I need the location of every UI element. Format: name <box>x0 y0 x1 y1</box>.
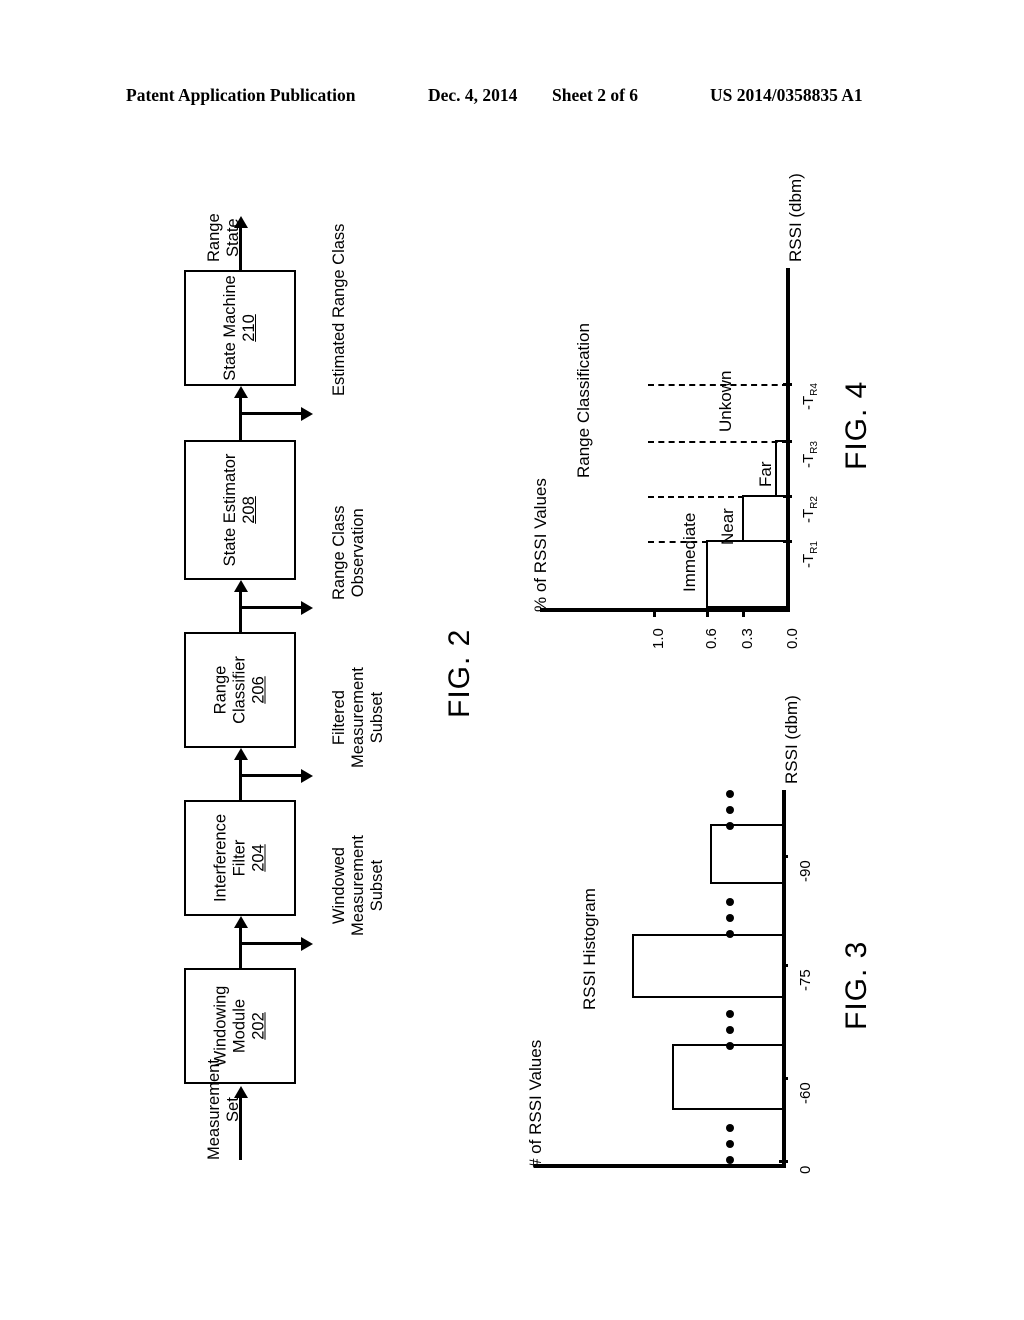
fig4-category-label-unkown: Unkown <box>716 370 735 432</box>
fig3-ellipsis-dot <box>726 806 734 814</box>
fig3-bar-minus75 <box>632 934 784 998</box>
figure-2-caption: FIG. 2 <box>443 628 476 718</box>
connector-204-206-arrowhead <box>233 748 248 760</box>
sheet-number: Sheet 2 of 6 <box>552 85 639 105</box>
fig4-tick-2 <box>706 608 709 617</box>
signal-filtered-measurement-subset: Filtered Measurement Subset <box>330 667 386 768</box>
block-interference-filter: Interference Filter 204 <box>184 800 296 916</box>
fig3-count-axis <box>534 1164 786 1168</box>
fig4-threshold-tick-TR2 <box>783 495 792 498</box>
fig3-tick-label-0: 0 <box>797 1165 814 1174</box>
fig4-tick-label-3: 0.0 <box>784 628 801 649</box>
connector-206-208 <box>239 592 242 636</box>
fig3-y-axis-label: # of RSSI Values <box>526 1039 545 1168</box>
branch-filtered-measurement-subset-arrowhead <box>301 768 313 783</box>
fig3-ellipsis-dot <box>726 930 734 938</box>
connector-202-204-arrowhead <box>233 916 248 928</box>
fig3-ellipsis-dot <box>726 790 734 798</box>
fig4-threshold-label-TR1: -TR1 <box>800 541 820 568</box>
fig4-threshold-tick-TR4 <box>783 383 792 386</box>
fig4-y-axis-label: % of RSSI Values <box>531 478 550 612</box>
publication-title: Patent Application Publication <box>126 85 356 105</box>
branch-windowed-measurement-subset <box>239 942 301 945</box>
block-range-classifier-label: Range Classifier 206 <box>211 656 268 724</box>
fig3-ellipsis-dot <box>726 1010 734 1018</box>
branch-estimated-range-class <box>239 412 301 415</box>
block-state-estimator: State Estimator 208 <box>184 440 296 580</box>
fig3-tick-label-minus60: -60 <box>797 1082 814 1104</box>
fig3-ellipsis-dot <box>726 822 734 830</box>
fig4-x-axis-label: RSSI (dbm) <box>786 173 805 262</box>
signal-measurement-set: Measurement Set <box>205 1059 242 1160</box>
block-windowing-module-label: Windowing Module 202 <box>211 985 268 1067</box>
fig4-tick-label-0: 1.0 <box>650 628 667 649</box>
fig3-ellipsis-dot <box>726 1156 734 1164</box>
signal-estimated-range-class: Estimated Range Class <box>330 223 348 396</box>
signal-windowed-measurement-subset: Windowed Measurement Subset <box>330 835 386 936</box>
fig3-ellipsis-dot <box>726 1026 734 1034</box>
signal-range-class-observation: Range Class Observation <box>330 505 367 600</box>
fig3-bar-minus60 <box>672 1044 784 1110</box>
fig4-chart-title: Range Classification <box>574 323 593 478</box>
block-interference-filter-label: Interference Filter 204 <box>211 813 268 903</box>
branch-estimated-range-class-arrowhead <box>301 406 313 421</box>
connector-204-206 <box>239 760 242 804</box>
branch-range-class-observation <box>239 606 301 609</box>
fig3-tick-label-minus75: -75 <box>797 969 814 991</box>
connector-208-210-arrowhead <box>233 386 248 398</box>
fig3-ellipsis-dot <box>726 1042 734 1050</box>
fig3-ellipsis-dot <box>726 914 734 922</box>
fig4-tick-label-2: 0.3 <box>739 628 756 649</box>
branch-windowed-measurement-subset-arrowhead <box>301 936 313 951</box>
publication-date: Dec. 4, 2014 <box>428 85 518 105</box>
figure-4-caption: FIG. 4 <box>840 380 873 470</box>
fig4-threshold-label-TR2: -TR2 <box>800 496 820 523</box>
fig3-ellipsis-dot <box>726 1124 734 1132</box>
connector-208-210 <box>239 398 242 442</box>
fig4-bar-immediate <box>706 540 788 608</box>
fig4-threshold-tick-TR3 <box>783 440 792 443</box>
fig4-threshold-label-TR3: -TR3 <box>800 441 820 468</box>
fig4-tick-1 <box>653 608 656 617</box>
block-range-classifier: Range Classifier 206 <box>184 632 296 748</box>
fig3-tick-0 <box>779 1160 788 1163</box>
fig3-tick-label-minus90: -90 <box>797 860 814 882</box>
block-state-machine: State Machine 210 <box>184 270 296 386</box>
fig4-threshold-tick-TR1 <box>783 540 792 543</box>
publication-number: US 2014/0358835 A1 <box>710 85 863 105</box>
fig3-chart-title: RSSI Histogram <box>580 888 599 1010</box>
fig3-ellipsis-dot <box>726 1140 734 1148</box>
fig4-bar-near <box>742 495 788 542</box>
fig3-ellipsis-dot <box>726 898 734 906</box>
connector-202-204 <box>239 928 242 972</box>
fig4-tick-3 <box>742 608 745 617</box>
publication-header: Patent Application Publication Dec. 4, 2… <box>0 85 1024 115</box>
fig4-threshold-label-TR4: -TR4 <box>800 383 820 410</box>
fig4-dash-TR2 <box>648 496 744 498</box>
fig4-category-label-near: Near <box>718 508 737 545</box>
fig3-x-axis-label: RSSI (dbm) <box>782 695 801 784</box>
block-state-machine-label: State Machine 210 <box>221 275 258 381</box>
figure-3-caption: FIG. 3 <box>840 940 873 1030</box>
fig4-category-label-immediate: Immediate <box>680 512 699 592</box>
fig4-category-label-far: Far <box>756 461 775 488</box>
fig4-tick-label-1: 0.6 <box>703 628 720 649</box>
fig3-bar-minus90 <box>710 824 784 884</box>
block-state-estimator-label: State Estimator 208 <box>221 453 258 567</box>
signal-range-state: Range State <box>205 213 242 262</box>
connector-206-208-arrowhead <box>233 580 248 592</box>
fig4-dash-TR3 <box>648 441 788 443</box>
fig4-bar-far <box>775 440 788 497</box>
branch-range-class-observation-arrowhead <box>301 600 313 615</box>
fig4-value-axis <box>540 608 790 612</box>
branch-filtered-measurement-subset <box>239 774 301 777</box>
